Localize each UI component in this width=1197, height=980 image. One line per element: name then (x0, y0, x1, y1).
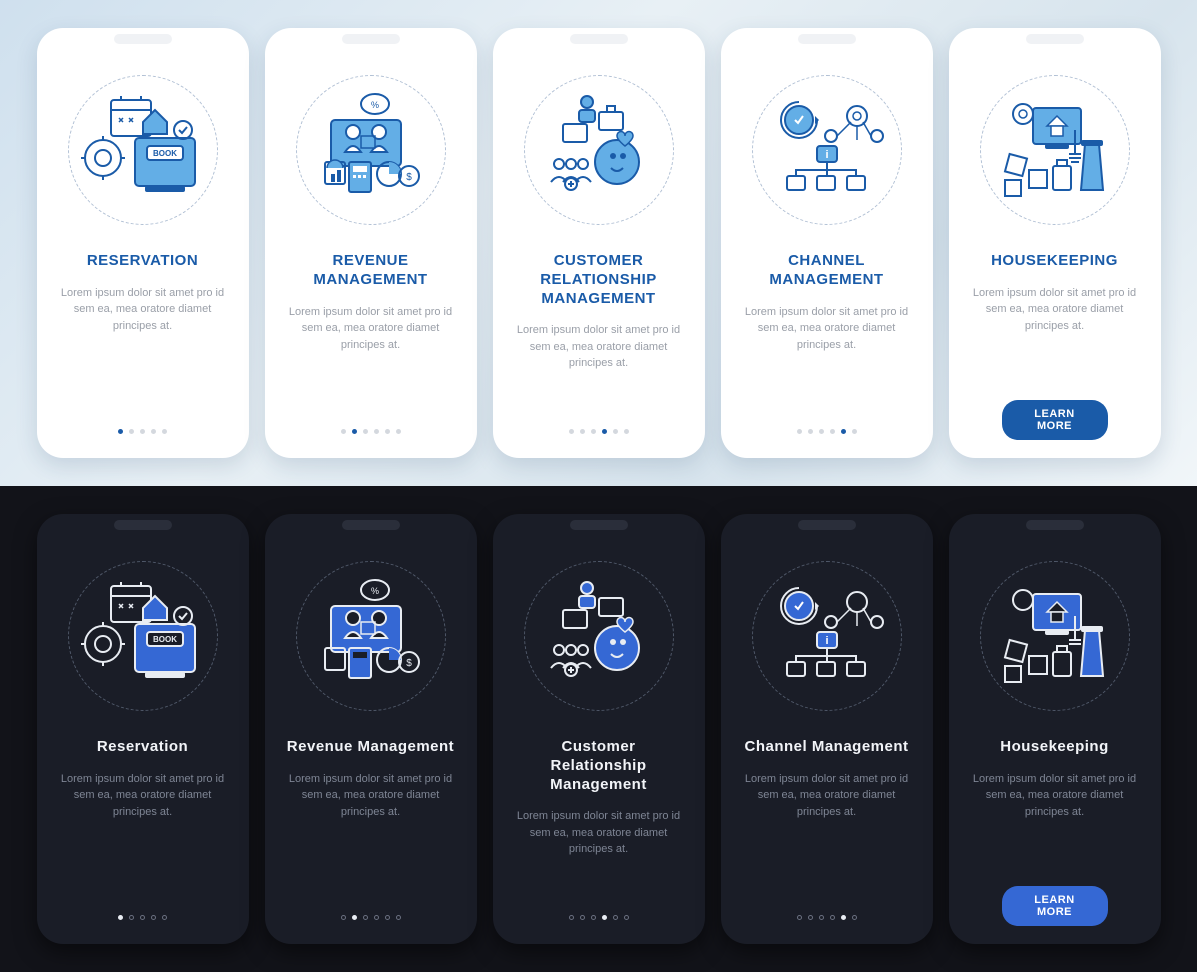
onboarding-card-reservation-dark: BOOK Reservation Lorem ipsum dolor sit a… (37, 514, 249, 944)
card-desc: Lorem ipsum dolor sit amet pro id sem ea… (507, 322, 691, 372)
card-title: HOUSEKEEPING (985, 252, 1124, 271)
onboarding-card-reservation: BOOK RESERVATION Lorem ipsum dolor sit a… (37, 28, 249, 458)
learn-more-button[interactable]: LEARN MORE (1002, 400, 1108, 440)
onboarding-card-crm: CUSTOMER RELATIONSHIP MANAGEMENT Lorem i… (493, 28, 705, 458)
onboarding-card-channel: i CHANNEL MANAGEMENT Lorem ipsum dolor s… (721, 28, 933, 458)
crm-icon (519, 70, 679, 230)
onboarding-card-revenue-dark: $ % Revenue Management Lorem ipsum dolor… (265, 514, 477, 944)
pager-dots[interactable] (493, 915, 705, 920)
learn-more-button[interactable]: LEARN MORE (1002, 886, 1108, 926)
pager-dots[interactable] (721, 915, 933, 920)
svg-text:i: i (825, 635, 828, 647)
svg-text:i: i (825, 149, 828, 161)
card-title: RESERVATION (81, 252, 204, 271)
card-title: CHANNEL MANAGEMENT (735, 252, 919, 290)
card-desc: Lorem ipsum dolor sit amet pro id sem ea… (51, 771, 235, 821)
card-desc: Lorem ipsum dolor sit amet pro id sem ea… (51, 285, 235, 335)
svg-text:%: % (370, 586, 378, 596)
svg-text:$: $ (406, 172, 412, 183)
card-desc: Lorem ipsum dolor sit amet pro id sem ea… (735, 771, 919, 821)
card-desc: Lorem ipsum dolor sit amet pro id sem ea… (279, 304, 463, 354)
pager-dots[interactable] (721, 429, 933, 434)
svg-text:BOOK: BOOK (153, 149, 177, 158)
housekeeping-icon (975, 556, 1135, 716)
card-title: REVENUE MANAGEMENT (279, 252, 463, 290)
onboarding-card-channel-dark: i Channel Management Lorem ipsum dolor s… (721, 514, 933, 944)
reservation-icon: BOOK (63, 70, 223, 230)
card-title: Channel Management (738, 738, 914, 757)
channel-icon: i (747, 556, 907, 716)
pager-dots[interactable] (265, 915, 477, 920)
pager-dots[interactable] (37, 429, 249, 434)
onboarding-card-housekeeping-dark: Housekeeping Lorem ipsum dolor sit amet … (949, 514, 1161, 944)
onboarding-card-revenue: $ % REVENUE MANAGEMENT Lorem ipsum dolor… (265, 28, 477, 458)
pager-dots[interactable] (265, 429, 477, 434)
revenue-icon: $ % (291, 556, 451, 716)
onboarding-card-housekeeping: HOUSEKEEPING Lorem ipsum dolor sit amet … (949, 28, 1161, 458)
onboarding-card-crm-dark: Customer Relationship Management Lorem i… (493, 514, 705, 944)
card-title: Customer Relationship Management (507, 738, 691, 794)
card-desc: Lorem ipsum dolor sit amet pro id sem ea… (507, 808, 691, 858)
reservation-icon: BOOK (63, 556, 223, 716)
crm-icon (519, 556, 679, 716)
svg-text:%: % (370, 100, 378, 110)
card-desc: Lorem ipsum dolor sit amet pro id sem ea… (279, 771, 463, 821)
card-desc: Lorem ipsum dolor sit amet pro id sem ea… (735, 304, 919, 354)
card-title: Revenue Management (281, 738, 460, 757)
card-desc: Lorem ipsum dolor sit amet pro id sem ea… (963, 771, 1147, 821)
housekeeping-icon (975, 70, 1135, 230)
card-desc: Lorem ipsum dolor sit amet pro id sem ea… (963, 285, 1147, 335)
svg-text:BOOK: BOOK (153, 635, 177, 644)
svg-text:$: $ (406, 658, 412, 669)
channel-icon: i (747, 70, 907, 230)
revenue-icon: $ % (291, 70, 451, 230)
pager-dots[interactable] (37, 915, 249, 920)
pager-dots[interactable] (493, 429, 705, 434)
card-title: Housekeeping (994, 738, 1115, 757)
card-title: Reservation (91, 738, 194, 757)
card-title: CUSTOMER RELATIONSHIP MANAGEMENT (507, 252, 691, 308)
